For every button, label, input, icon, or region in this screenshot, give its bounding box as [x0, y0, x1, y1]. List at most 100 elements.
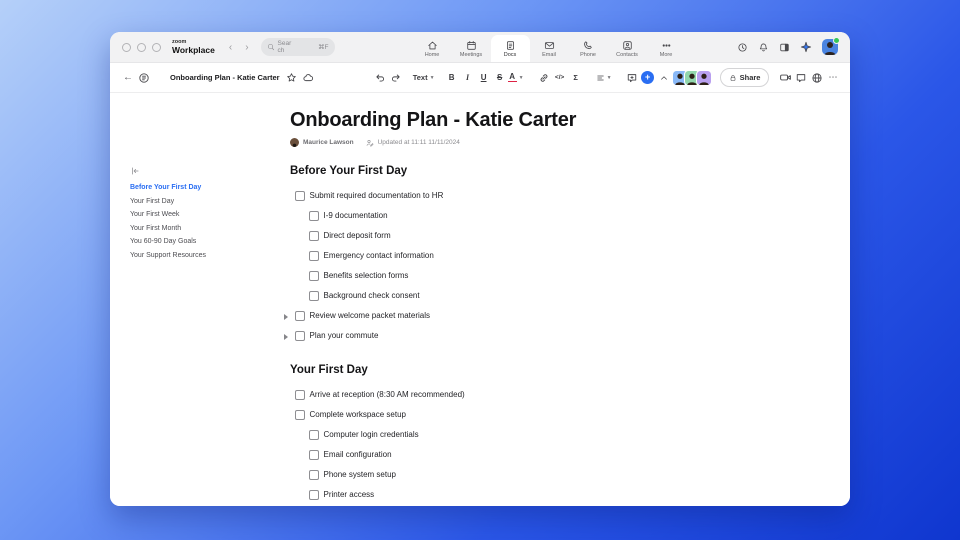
doc-title: Onboarding Plan - Katie Carter: [170, 73, 280, 82]
checklist-label[interactable]: Benefits selection forms: [324, 272, 409, 280]
expand-triangle-icon[interactable]: [284, 313, 288, 320]
forward-chevron-icon[interactable]: ›: [245, 42, 248, 53]
history-icon[interactable]: [737, 42, 748, 53]
outline-item-6[interactable]: Your Support Resources: [130, 252, 280, 259]
italic-button[interactable]: I: [460, 69, 476, 87]
checkbox[interactable]: [309, 251, 319, 261]
strikethrough-button[interactable]: S: [492, 69, 508, 87]
checklist-label[interactable]: I-9 documentation: [324, 212, 388, 220]
outline-item-4[interactable]: Your First Month: [130, 225, 280, 232]
checkbox[interactable]: [295, 311, 305, 321]
chat-icon[interactable]: [793, 69, 809, 87]
app-chrome-bar: zoom Workplace ‹ › Search ⌘F Home Meeting…: [110, 32, 850, 63]
star-icon[interactable]: [284, 69, 300, 87]
contacts-icon: [622, 40, 633, 51]
tab-label: Home: [424, 52, 440, 58]
formula-button[interactable]: Σ: [568, 69, 584, 87]
checkbox[interactable]: [309, 450, 319, 460]
checkbox[interactable]: [309, 291, 319, 301]
link-icon[interactable]: [536, 69, 552, 87]
checkbox[interactable]: [295, 410, 305, 420]
docs-home-icon[interactable]: [136, 69, 152, 87]
checklist-row: Emergency contact information: [290, 246, 630, 266]
checklist-label[interactable]: Emergency contact information: [324, 252, 434, 260]
undo-icon[interactable]: [372, 69, 388, 87]
checklist-row: Direct deposit form: [290, 226, 630, 246]
user-avatar[interactable]: [822, 37, 840, 55]
collaborator-avatar-3[interactable]: [695, 69, 712, 86]
phone-icon: [583, 40, 594, 51]
author-avatar: [290, 138, 299, 147]
checklist-label[interactable]: Direct deposit form: [324, 232, 391, 240]
tab-home[interactable]: Home: [413, 36, 452, 62]
bold-button[interactable]: B: [444, 69, 460, 87]
tab-email[interactable]: Email: [530, 36, 569, 62]
checkbox[interactable]: [295, 331, 305, 341]
sparkle-icon[interactable]: [800, 41, 812, 53]
checkbox[interactable]: [309, 430, 319, 440]
checklist-label[interactable]: Printer access: [324, 491, 375, 499]
checkbox[interactable]: [295, 191, 305, 201]
outline-item-2[interactable]: Your First Day: [130, 198, 280, 205]
checklist-row: Review welcome packet materials: [284, 306, 630, 326]
zoom-workplace-window: zoom Workplace ‹ › Search ⌘F Home Meeting…: [110, 32, 850, 506]
tab-more[interactable]: More: [647, 36, 686, 62]
underline-button[interactable]: U: [476, 69, 492, 87]
collapse-toolbar-button[interactable]: [656, 69, 672, 87]
collapse-outline-icon[interactable]: [130, 166, 140, 176]
checkbox[interactable]: [295, 390, 305, 400]
global-search-input[interactable]: Search ⌘F: [260, 38, 335, 56]
checkbox[interactable]: [309, 271, 319, 281]
outline-item-1[interactable]: Before Your First Day: [130, 184, 280, 191]
checklist-label[interactable]: Phone system setup: [324, 471, 396, 479]
back-chevron-icon[interactable]: ‹: [229, 42, 232, 53]
text-style-dropdown[interactable]: Text ▼: [413, 69, 435, 87]
checklist-label[interactable]: Complete workspace setup: [310, 411, 407, 419]
checklist-label[interactable]: Submit required documentation to HR: [310, 192, 444, 200]
expand-triangle-icon[interactable]: [284, 333, 288, 340]
tab-docs[interactable]: Docs: [490, 35, 530, 62]
share-button[interactable]: Share: [719, 68, 770, 87]
ai-companion-button[interactable]: +: [640, 69, 656, 87]
checklist-label[interactable]: Background check consent: [324, 292, 420, 300]
outline-item-3[interactable]: Your First Week: [130, 211, 280, 218]
list-options-dropdown[interactable]: ▼: [596, 69, 612, 87]
text-color-button[interactable]: A ▼: [507, 69, 524, 87]
code-button[interactable]: </>: [552, 69, 568, 87]
language-globe-icon[interactable]: [809, 69, 825, 87]
redo-icon[interactable]: [388, 69, 404, 87]
checklist-row: Benefits selection forms: [290, 266, 630, 286]
meetings-icon: [466, 40, 477, 51]
checkbox[interactable]: [309, 211, 319, 221]
tab-strip: Home Meetings Docs Email Phone Contacts More: [413, 32, 686, 62]
checklist-label[interactable]: Arrive at reception (8:30 AM recommended…: [310, 391, 465, 399]
bell-icon[interactable]: [758, 42, 769, 53]
panel-icon[interactable]: [779, 42, 790, 53]
checklist-label[interactable]: Review welcome packet materials: [310, 312, 431, 320]
checklist-label[interactable]: Plan your commute: [310, 332, 379, 340]
minimize-window-button[interactable]: [137, 42, 146, 52]
back-button[interactable]: ←: [120, 69, 136, 87]
video-call-icon[interactable]: [777, 69, 793, 87]
checklist-row: Background check consent: [290, 286, 630, 306]
close-window-button[interactable]: [122, 42, 131, 52]
comment-icon[interactable]: [624, 69, 640, 87]
tab-phone[interactable]: Phone: [569, 36, 608, 62]
tab-contacts[interactable]: Contacts: [608, 36, 647, 62]
more-icon: [661, 40, 672, 51]
tab-label: Meetings: [459, 52, 483, 58]
checklist-row: Arrive at reception (8:30 AM recommended…: [290, 385, 630, 405]
tab-label: Email: [542, 52, 556, 58]
email-icon: [544, 40, 555, 51]
tab-meetings[interactable]: Meetings: [452, 36, 491, 62]
checklist-label[interactable]: Email configuration: [324, 451, 392, 459]
cloud-sync-icon[interactable]: [300, 69, 316, 87]
outline-item-5[interactable]: You 60-90 Day Goals: [130, 238, 280, 245]
checklist-label[interactable]: Computer login credentials: [324, 431, 419, 439]
checkbox[interactable]: [309, 490, 319, 500]
zoom-window-button[interactable]: [152, 42, 161, 52]
more-options-button[interactable]: ⋯: [825, 69, 841, 87]
chrome-right-icons: [737, 32, 840, 62]
checkbox[interactable]: [309, 470, 319, 480]
checkbox[interactable]: [309, 231, 319, 241]
